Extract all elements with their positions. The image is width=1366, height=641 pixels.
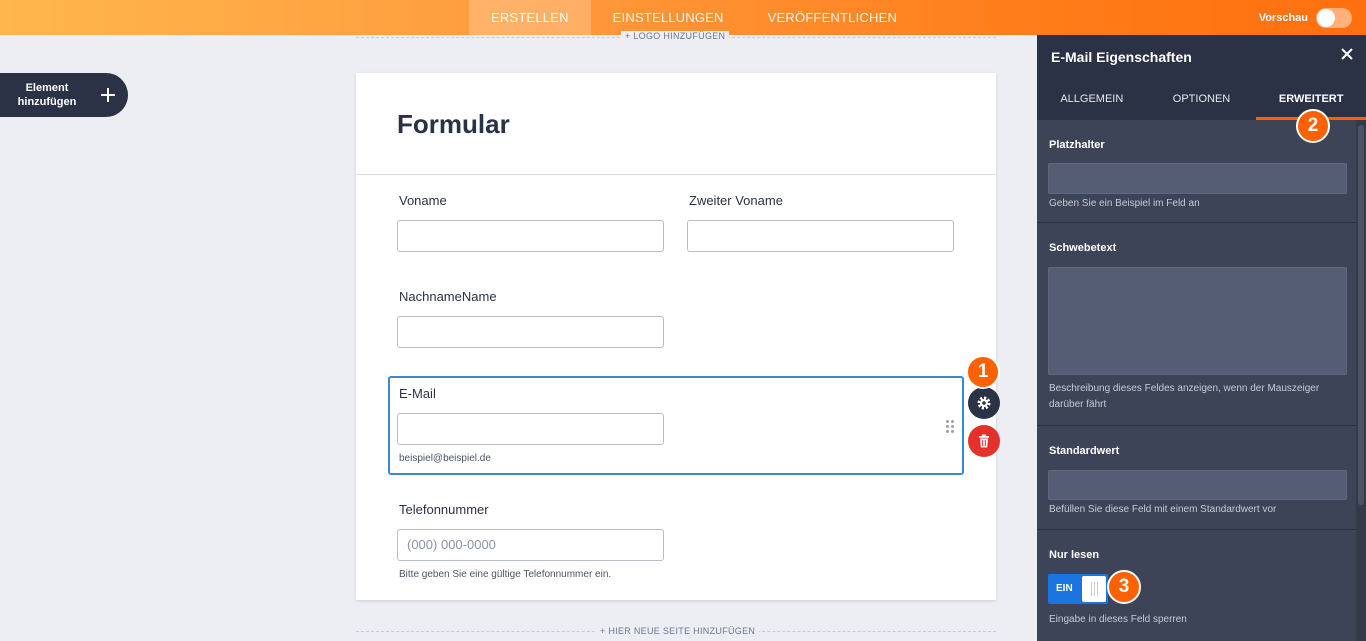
- middle-name-label: Zweiter Voname: [689, 193, 783, 208]
- hover-text-hint: Beschreibung dieses Feldes anzeigen, wen…: [1049, 383, 1320, 410]
- default-value-title: Standardwert: [1049, 445, 1120, 457]
- placeholder-input[interactable]: [1048, 163, 1347, 194]
- preview-control: Vorschau: [1259, 0, 1352, 35]
- add-element-label-line2: hinzufügen: [17, 96, 77, 108]
- toggle-knob: [1317, 8, 1335, 27]
- add-element-label: Element hinzufügen: [0, 81, 94, 109]
- first-name-label: Voname: [399, 193, 447, 208]
- add-page-link[interactable]: + HIER NEUE SEITE HINZUFÜGEN: [596, 626, 760, 636]
- tab-veroeffentlichen[interactable]: VERÖFFENTLICHEN: [746, 0, 919, 35]
- hover-text-title: Schwebetext: [1049, 242, 1117, 254]
- field-delete-button[interactable]: [968, 425, 1000, 457]
- phone-label: Telefonnummer: [399, 502, 489, 517]
- add-element-button[interactable]: Element hinzufügen: [0, 73, 128, 117]
- default-value-section: Standardwert Befüllen Sie diese Feld mit…: [1037, 426, 1356, 530]
- panel-title: E-Mail Eigenschaften: [1051, 49, 1192, 65]
- hover-text-section: Schwebetext Beschreibung dieses Feldes a…: [1037, 223, 1356, 426]
- read-only-toggle[interactable]: EIN: [1048, 574, 1108, 604]
- step-badge-3: 3: [1107, 570, 1141, 604]
- hover-text-textarea[interactable]: [1048, 267, 1347, 375]
- toggle-on-label: EIN: [1056, 583, 1073, 594]
- trash-icon: [979, 434, 989, 448]
- tab-allgemein[interactable]: ALLGEMEIN: [1037, 79, 1147, 120]
- add-logo-link[interactable]: + LOGO HINZUFÜGEN: [621, 31, 730, 41]
- email-label: E-Mail: [399, 386, 436, 401]
- default-value-hint: Befüllen Sie diese Feld mit einem Standa…: [1049, 504, 1277, 515]
- tab-erstellen[interactable]: ERSTELLEN: [469, 0, 591, 35]
- first-name-input[interactable]: [397, 220, 664, 252]
- step-badge-1: 1: [966, 355, 1000, 389]
- tab-optionen[interactable]: OPTIONEN: [1147, 79, 1257, 120]
- gear-icon: [977, 396, 991, 410]
- placeholder-title: Platzhalter: [1049, 139, 1105, 151]
- form-card: Formular Voname Zweiter Voname NachnameN…: [356, 73, 996, 600]
- panel-header: E-Mail Eigenschaften: [1037, 35, 1366, 79]
- placeholder-hint: Geben Sie ein Beispiel im Feld an: [1049, 198, 1200, 209]
- main-tabs: ERSTELLEN EINSTELLUNGEN VERÖFFENTLICHEN: [469, 0, 919, 35]
- middle-name-input[interactable]: [687, 220, 954, 252]
- add-element-label-line1: Element: [25, 82, 69, 94]
- close-icon[interactable]: [1340, 47, 1354, 61]
- phone-sublabel: Bitte geben Sie eine gültige Telefonnumm…: [399, 569, 612, 580]
- email-input[interactable]: [397, 413, 664, 445]
- top-bar: ERSTELLEN EINSTELLUNGEN VERÖFFENTLICHEN …: [0, 0, 1366, 35]
- default-value-input[interactable]: [1048, 470, 1347, 500]
- header-divider: [356, 174, 996, 175]
- read-only-title: Nur lesen: [1049, 549, 1100, 561]
- panel-scroll-thumb[interactable]: [1358, 125, 1364, 505]
- email-sublabel: beispiel@beispiel.de: [399, 453, 491, 464]
- step-badge-2: 2: [1296, 109, 1330, 143]
- phone-input[interactable]: (000) 000-0000: [397, 529, 664, 561]
- preview-label: Vorschau: [1258, 11, 1308, 24]
- read-only-hint: Eingabe in dieses Feld sperren: [1049, 614, 1187, 625]
- toggle-knob: [1082, 576, 1106, 602]
- form-title[interactable]: Formular: [397, 109, 510, 140]
- plus-icon: [101, 88, 115, 102]
- last-name-input[interactable]: [397, 316, 664, 348]
- preview-toggle[interactable]: [1316, 7, 1352, 28]
- field-settings-button[interactable]: [968, 387, 1000, 419]
- grip-icon[interactable]: [946, 420, 954, 433]
- last-name-label: NachnameName: [399, 289, 497, 304]
- tab-einstellungen[interactable]: EINSTELLUNGEN: [591, 0, 746, 35]
